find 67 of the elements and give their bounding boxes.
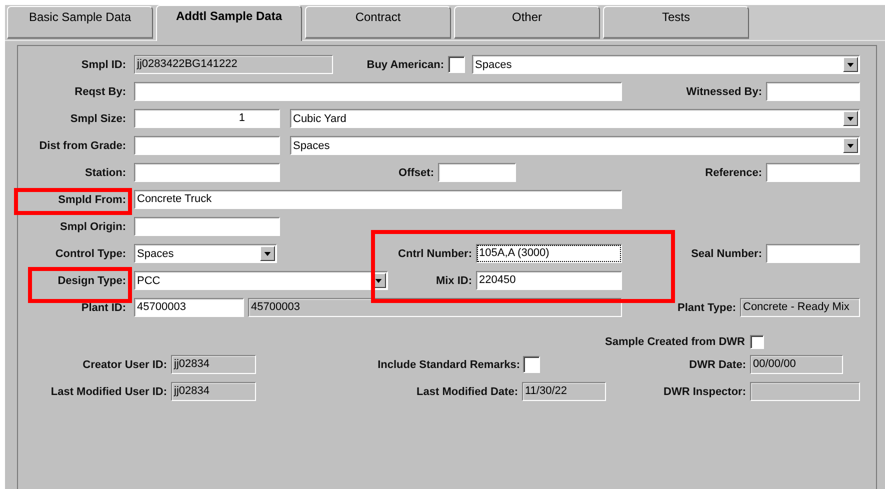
text-field[interactable]	[134, 82, 622, 101]
field-label: Creator User ID:	[82, 358, 167, 370]
field-label: Seal Number:	[691, 248, 762, 260]
field-label: DWR Inspector:	[664, 386, 746, 398]
text-field[interactable]: Concrete Truck	[134, 190, 622, 209]
dropdown-arrow-button[interactable]	[843, 57, 858, 72]
readonly-field[interactable]: jj02834	[171, 355, 256, 374]
field-label: Cntrl Number:	[398, 248, 472, 260]
field-label: Mix ID:	[436, 274, 472, 286]
field-label: DWR Date:	[689, 358, 746, 370]
tab[interactable]: Basic Sample Data	[7, 6, 153, 39]
tab[interactable]: Contract	[305, 6, 451, 39]
field-label: Smpld From:	[58, 194, 126, 206]
readonly-field[interactable]: Concrete - Ready Mix	[740, 298, 860, 317]
readonly-field[interactable]: 11/30/22	[522, 382, 606, 401]
field-label: Reference:	[705, 166, 762, 178]
field-label: Smpl ID:	[81, 58, 126, 70]
text-field[interactable]: 220450	[476, 271, 622, 290]
dropdown-field[interactable]: Spaces	[290, 136, 860, 155]
dropdown-field[interactable]: Cubic Yard	[290, 109, 860, 128]
field-label: Control Type:	[55, 248, 126, 260]
field-label: Station:	[85, 166, 126, 178]
tab[interactable]: Other	[454, 6, 600, 39]
tab[interactable]: Tests	[603, 6, 749, 39]
readonly-field[interactable]	[750, 382, 860, 401]
field-label: Last Modified Date:	[416, 386, 518, 398]
text-field[interactable]: 1	[134, 109, 280, 128]
text-field[interactable]	[134, 217, 280, 236]
text-field[interactable]: 45700003	[134, 298, 244, 317]
dropdown-arrow-button[interactable]	[260, 246, 275, 261]
text-field[interactable]	[134, 163, 280, 182]
dropdown-field[interactable]: Spaces	[472, 55, 860, 74]
dropdown-field[interactable]: PCC	[134, 271, 388, 290]
caret-down-icon	[375, 278, 382, 282]
dropdown-arrow-button[interactable]	[843, 138, 858, 153]
field-label: Plant Type:	[678, 302, 736, 314]
field-label: Smpl Size:	[70, 112, 126, 124]
dropdown-arrow-button[interactable]	[843, 111, 858, 126]
readonly-field[interactable]: 00/00/00	[750, 355, 843, 374]
field-label: Buy American:	[366, 58, 444, 70]
field-label: Reqst By:	[74, 86, 126, 98]
field-label: Witnessed By:	[686, 86, 762, 98]
field-label: Include Standard Remarks:	[378, 358, 520, 370]
text-field[interactable]	[134, 136, 280, 155]
readonly-field[interactable]: jj0283422BG141222	[134, 55, 333, 74]
text-field[interactable]	[766, 163, 860, 182]
field-label: Sample Created from DWR	[605, 336, 745, 348]
tab[interactable]: Addtl Sample Data	[156, 5, 302, 41]
field-label: Smpl Origin:	[60, 220, 126, 232]
caret-down-icon	[847, 144, 854, 148]
caret-down-icon	[264, 252, 271, 256]
dropdown-field[interactable]: Spaces	[134, 244, 277, 263]
text-field[interactable]	[438, 163, 516, 182]
checkbox[interactable]	[750, 335, 764, 349]
caret-down-icon	[847, 116, 854, 120]
checkbox[interactable]	[448, 56, 465, 73]
field-label: Last Modified User ID:	[50, 386, 167, 398]
readonly-field[interactable]: jj02834	[171, 382, 256, 401]
field-label: Dist from Grade:	[39, 140, 126, 152]
field-label: Offset:	[398, 166, 434, 178]
field-label: Design Type:	[58, 274, 126, 286]
text-field[interactable]	[766, 82, 860, 101]
field-label: Plant ID:	[81, 302, 126, 314]
caret-down-icon	[847, 62, 854, 66]
checkbox[interactable]	[523, 356, 540, 373]
text-field[interactable]: 105A,A (3000)	[476, 244, 622, 263]
text-field[interactable]	[766, 244, 860, 263]
